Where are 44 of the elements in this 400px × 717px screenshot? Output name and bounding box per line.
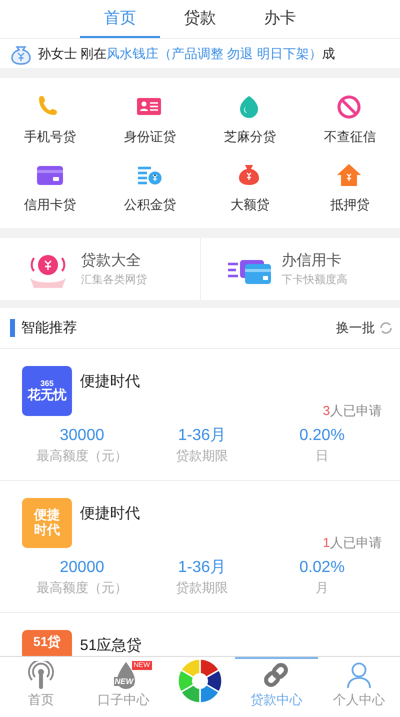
nav-tab[interactable]: 贷款 (160, 0, 240, 38)
category-link[interactable]: 抵押贷 (330, 196, 370, 214)
ticker-text: 孙女士 刚在风水钱庄（产品调整 勿退 明日下架）成 (38, 44, 335, 62)
stat-value: 30000 (60, 426, 104, 446)
applicant-count: 3人已申请 (322, 402, 382, 420)
stat-label: 日 (316, 447, 328, 465)
product-name[interactable]: 51应急贷 (80, 636, 142, 655)
refresh-icon (378, 320, 394, 336)
app-logo: 便捷 时代 (22, 498, 72, 548)
section-title: 智能推荐 (21, 319, 78, 337)
category-link[interactable]: 大额贷 (230, 196, 270, 214)
stat-value: 1-36月 (178, 426, 226, 446)
banner-subtitle: 下卡快额度高 (282, 272, 348, 287)
banner-title[interactable]: 贷款大全 (81, 251, 147, 270)
category-link[interactable]: 手机号贷 (24, 128, 76, 146)
product-name[interactable]: 便捷时代 (80, 372, 140, 391)
category-link[interactable]: 芝麻分贷 (224, 128, 276, 146)
app-logo: 51贷 (22, 630, 72, 657)
stat-value: 0.02% (299, 558, 345, 578)
stat-value: 20000 (60, 558, 104, 578)
banner-subtitle: 汇集各类网贷 (81, 273, 147, 287)
stat-label: 贷款期限 (176, 447, 228, 465)
stat-label: 最高额度（元） (36, 447, 128, 465)
broadcast-icon (27, 661, 56, 689)
refresh-button[interactable]: 换一批 (336, 319, 394, 337)
stat-value: 1-36月 (178, 558, 226, 578)
aperture-icon[interactable] (176, 657, 224, 705)
product-name[interactable]: 便捷时代 (80, 504, 140, 523)
accent-bar (10, 319, 15, 337)
icon-label: NEW (114, 677, 134, 686)
stat-value: 0.20% (299, 426, 345, 446)
applicant-count: 1人已申请 (322, 534, 382, 552)
stat-label: 最高额度（元） (36, 579, 128, 597)
banner-title[interactable]: 办信用卡 (282, 251, 348, 270)
nav-tab[interactable]: 办卡 (240, 0, 320, 38)
category-link[interactable]: 不查征信 (324, 128, 376, 146)
category-link[interactable]: 信用卡贷 (24, 196, 76, 214)
category-link[interactable]: 公积金贷 (124, 196, 176, 214)
category-link[interactable]: 身份证贷 (124, 128, 176, 146)
app-logo: 365 花无忧 (22, 366, 72, 416)
link-icon (262, 661, 290, 689)
stat-label: 月 (316, 579, 328, 597)
stat-label: 贷款期限 (176, 579, 228, 597)
person-icon (344, 661, 373, 689)
